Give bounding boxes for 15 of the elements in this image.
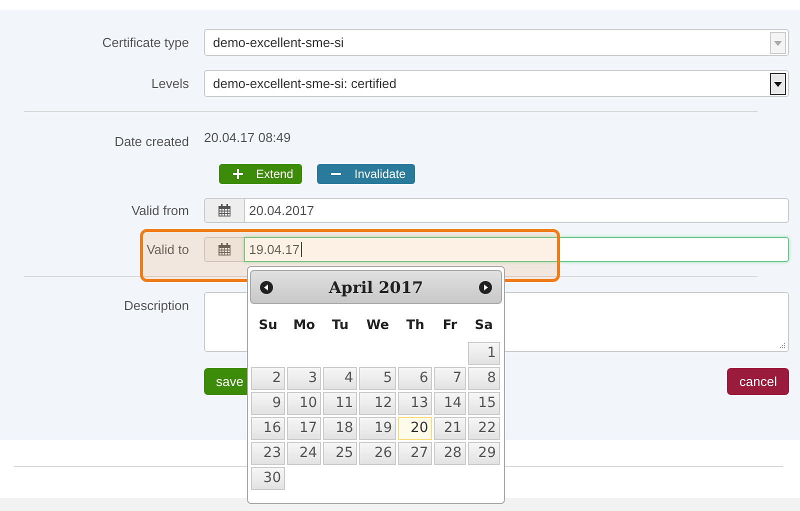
field-label: Certificate type <box>101 35 189 50</box>
field-label: Levels <box>150 76 189 91</box>
weekday-label: Th <box>406 318 424 332</box>
date-created-value: 20.04.17 08:49 <box>204 130 291 145</box>
field-label: Date created <box>114 134 189 149</box>
weekday-label: Mo <box>293 318 316 332</box>
field-label: Description <box>122 298 189 313</box>
weekday-label: We <box>366 318 390 332</box>
month-title: April 2017 <box>328 278 424 296</box>
weekday-label: Su <box>258 318 278 332</box>
field-label: Valid to <box>146 242 189 257</box>
field-label: Valid from <box>130 203 189 218</box>
weekday-label: Fr <box>442 318 458 332</box>
weekday-label: Sa <box>474 318 493 332</box>
weekday-label: Tu <box>332 318 349 332</box>
